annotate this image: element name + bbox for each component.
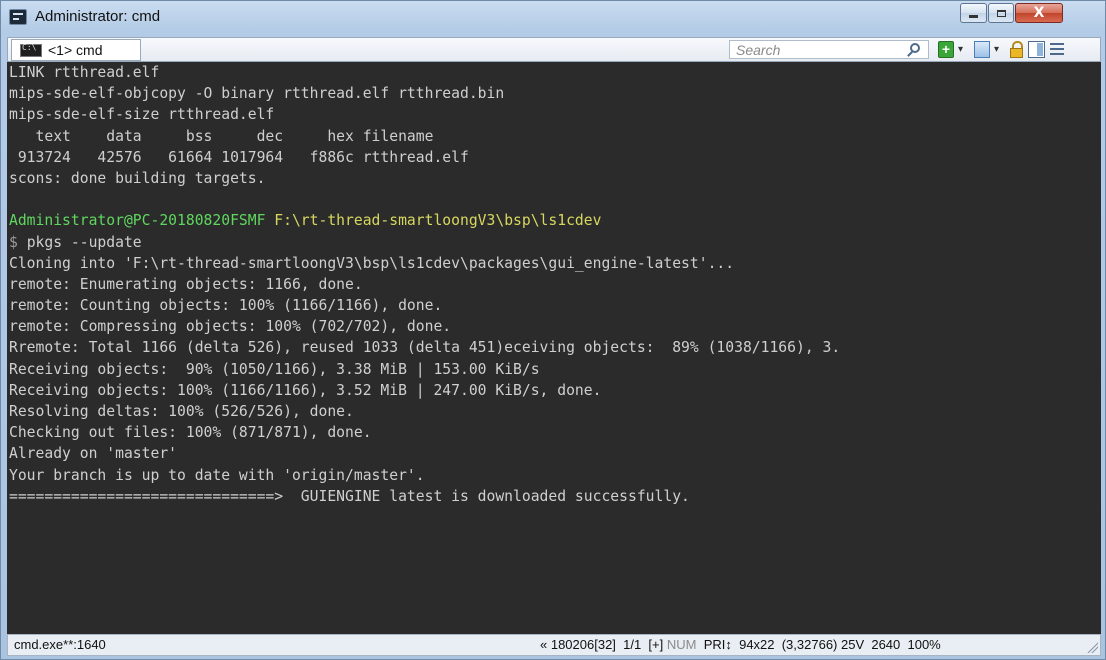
console-text: text data bss dec hex filename — [9, 127, 434, 145]
console-text: 913724 42576 61664 1017964 f886c rtthrea… — [9, 148, 469, 166]
status-segment: PRI↕ 94x22 (3,32766) 25V 2640 100% — [696, 637, 941, 652]
window-icon[interactable] — [974, 41, 990, 58]
console-text: LINK rtthread.elf — [9, 64, 160, 81]
console-line: remote: Enumerating objects: 1166, done. — [7, 274, 1101, 295]
window-dropdown-icon[interactable]: ▾ — [994, 41, 1004, 58]
split-pane-icon[interactable] — [1028, 41, 1045, 58]
console-line: 913724 42576 61664 1017964 f886c rtthrea… — [7, 147, 1101, 168]
console-line: Rremote: Total 1166 (delta 526), reused … — [7, 337, 1101, 358]
console-line: Receiving objects: 90% (1050/1166), 3.38… — [7, 359, 1101, 380]
console-text: $ — [9, 233, 27, 251]
tab-cmd[interactable]: <1> cmd — [11, 39, 141, 61]
status-process: cmd.exe**:1640 — [14, 637, 106, 652]
console-line: Resolving deltas: 100% (526/526), done. — [7, 401, 1101, 422]
search-input[interactable]: Search — [729, 40, 929, 59]
console-text: Your branch is up to date with 'origin/m… — [9, 466, 425, 484]
console-text: F:\rt-thread-smartloongV3\bsp\ls1cdev — [274, 212, 602, 230]
console-line: text data bss dec hex filename — [7, 126, 1101, 147]
console-text: remote: Enumerating objects: 1166, done. — [9, 275, 363, 293]
console-text: Receiving objects: 100% (1166/1166), 3.5… — [9, 381, 602, 399]
lock-icon[interactable] — [1009, 41, 1024, 58]
status-bar: cmd.exe**:1640 « 180206[32] 1/1 [+] NUM … — [7, 634, 1101, 656]
console-text: ==============================> GUIENGIN… — [9, 487, 690, 505]
status-info: « 180206[32] 1/1 [+] NUM PRI↕ 94x22 (3,3… — [540, 637, 941, 652]
console-line: Checking out files: 100% (871/871), done… — [7, 422, 1101, 443]
menu-icon[interactable] — [1050, 41, 1064, 58]
console-line: remote: Counting objects: 100% (1166/116… — [7, 295, 1101, 316]
console-line: mips-sde-elf-size rtthread.elf — [7, 104, 1101, 125]
console-line: Your branch is up to date with 'origin/m… — [7, 465, 1101, 486]
console-line: Cloning into 'F:\rt-thread-smartloongV3\… — [7, 253, 1101, 274]
title-bar[interactable]: Administrator: cmd X — [1, 1, 1105, 37]
console-line: $ pkgs --update — [7, 232, 1101, 253]
console-line: Receiving objects: 100% (1166/1166), 3.5… — [7, 380, 1101, 401]
toolbar: <1> cmd Search + ▾ ▾ — [7, 37, 1101, 62]
console-text: remote: Compressing objects: 100% (702/7… — [9, 318, 452, 336]
console-line: Already on 'master' — [7, 443, 1101, 464]
console-line: remote: Compressing objects: 100% (702/7… — [7, 316, 1101, 337]
minimize-button[interactable] — [960, 3, 987, 23]
status-segment: NUM — [666, 637, 697, 652]
close-icon: X — [1033, 5, 1045, 21]
search-placeholder: Search — [736, 42, 781, 58]
console-window: Administrator: cmd X <1> cmd Search + ▾ … — [0, 0, 1106, 660]
console-output[interactable]: LINK rtthread.elf mips-sde-elf-objcopy -O… — [7, 62, 1101, 634]
console-text: mips-sde-elf-size rtthread.elf — [9, 106, 275, 124]
console-line: ==============================> GUIENGIN… — [7, 486, 1101, 507]
console-text: Cloning into 'F:\rt-thread-smartloongV3\… — [9, 254, 735, 272]
maximize-button[interactable] — [988, 3, 1014, 23]
new-console-dropdown-icon[interactable]: ▾ — [958, 41, 968, 58]
minimize-icon — [969, 15, 978, 18]
console-text: Rremote: Total 1166 (delta 526), reused … — [9, 339, 841, 357]
console-line: scons: done building targets. — [7, 168, 1101, 189]
resize-grip-icon[interactable] — [1086, 641, 1098, 653]
console-text: mips-sde-elf-objcopy -O binary rtthread.… — [9, 85, 505, 103]
new-console-plus-icon[interactable]: + — [938, 41, 954, 58]
console-text: pkgs --update — [26, 233, 142, 251]
close-button[interactable]: X — [1015, 3, 1063, 23]
maximize-icon — [996, 9, 1006, 17]
console-text: Administrator@PC-20180820FSMF — [9, 212, 275, 230]
console-app-icon[interactable] — [9, 9, 27, 25]
console-text: Already on 'master' — [9, 445, 178, 463]
window-title: Administrator: cmd — [35, 8, 161, 25]
console-text: Resolving deltas: 100% (526/526), done. — [9, 403, 354, 420]
console-text: Receiving objects: 90% (1050/1166), 3.38… — [9, 360, 540, 378]
console-line: Administrator@PC-20180820FSMF F:\rt-thre… — [7, 210, 1101, 231]
console-line: LINK rtthread.elf — [7, 62, 1101, 83]
console-text: remote: Counting objects: 100% (1166/116… — [9, 297, 443, 315]
status-segment: « 180206[32] 1/1 [+] — [540, 637, 667, 652]
console-line: mips-sde-elf-objcopy -O binary rtthread.… — [7, 83, 1101, 104]
console-text: scons: done building targets. — [9, 169, 266, 187]
search-icon[interactable] — [910, 43, 920, 53]
tab-label: <1> cmd — [48, 42, 103, 58]
console-text: Checking out files: 100% (871/871), done… — [9, 424, 372, 442]
console-tab-icon — [20, 43, 42, 57]
